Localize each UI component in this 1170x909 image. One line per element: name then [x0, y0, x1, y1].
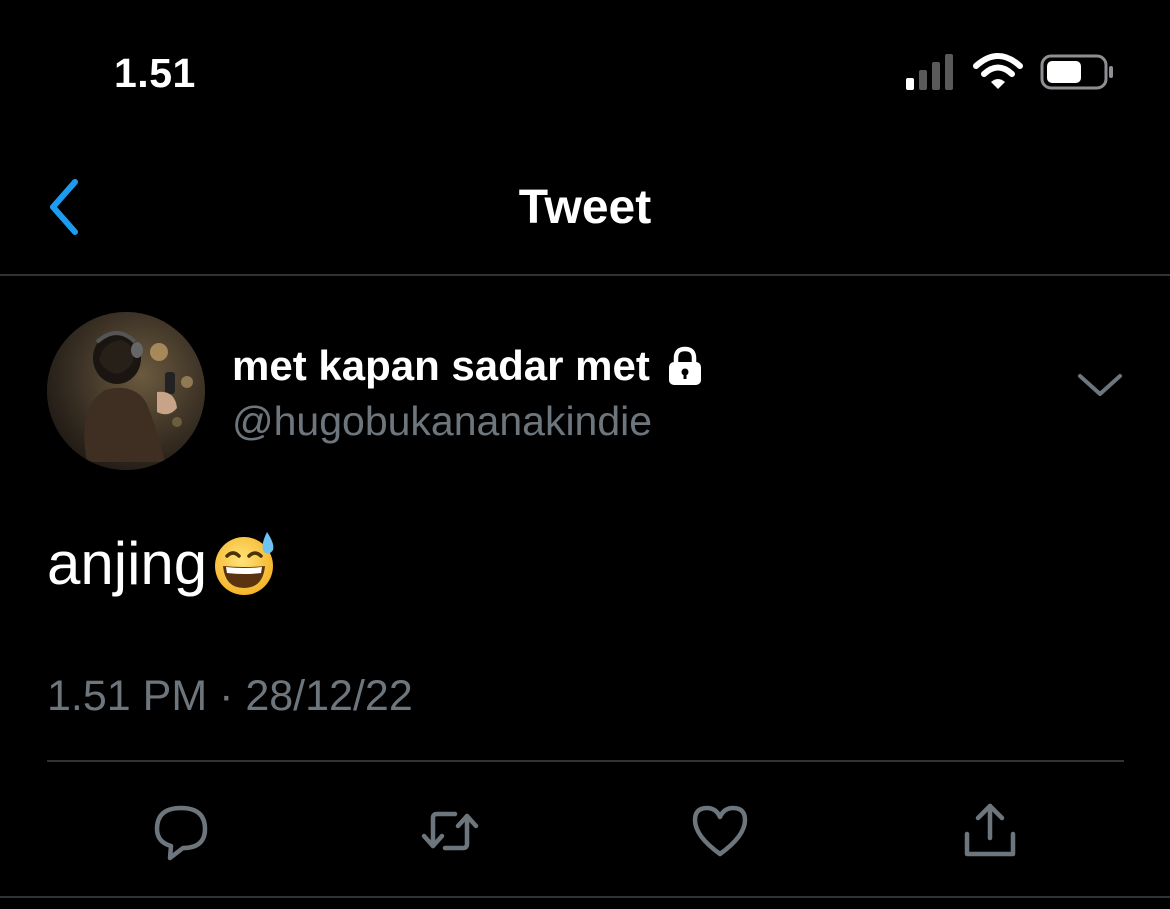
wifi-icon [973, 53, 1023, 89]
divider [47, 760, 1124, 762]
lock-icon [668, 346, 701, 385]
display-name-row: met kapan sadar met [232, 342, 706, 390]
avatar-image [47, 312, 205, 470]
tweet-timestamp: 1.51 PM · 28/12/22 [47, 672, 413, 720]
speech-bubble-icon [154, 805, 208, 861]
user-handle[interactable]: @hugobukananakindie [232, 398, 652, 445]
cellular-signal-icon [906, 54, 953, 90]
retweet-icon [421, 811, 479, 851]
reply-button[interactable] [146, 796, 216, 866]
bottom-divider [0, 896, 1170, 898]
display-name[interactable]: met kapan sadar met [232, 342, 650, 390]
avatar[interactable] [47, 312, 205, 470]
battery-icon [1040, 54, 1113, 90]
status-bar: 1.51 [0, 0, 1170, 150]
tweet-text: anjing [47, 528, 281, 598]
nav-bar: Tweet [0, 150, 1170, 276]
grinning-face-with-sweat-emoji [215, 532, 274, 595]
retweet-button[interactable] [415, 796, 485, 866]
status-time: 1.51 [114, 50, 196, 96]
page-title: Tweet [518, 181, 652, 234]
action-bar [0, 796, 1170, 866]
share-icon [964, 803, 1016, 857]
heart-icon [692, 805, 748, 857]
like-button[interactable] [685, 796, 755, 866]
chevron-down-icon[interactable] [1074, 368, 1126, 404]
tweet-text-content: anjing [47, 529, 208, 597]
status-icons [904, 52, 1116, 92]
share-button[interactable] [955, 796, 1025, 866]
